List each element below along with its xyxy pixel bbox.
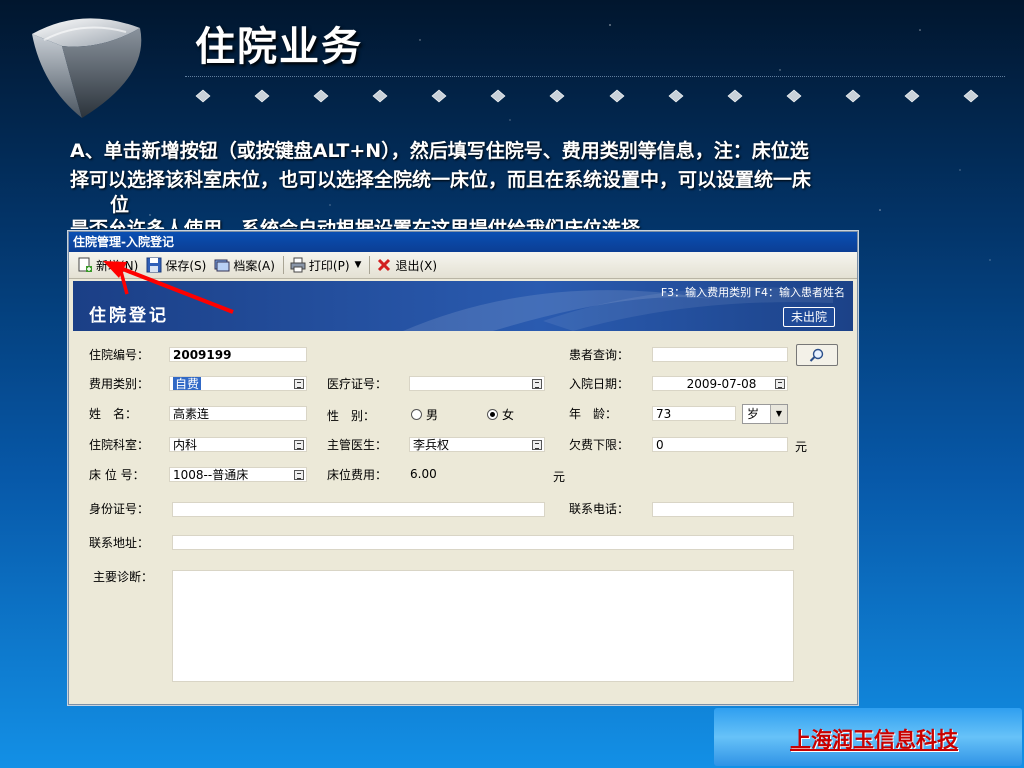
department-label: 住院科室： bbox=[89, 438, 150, 452]
list-dropdown-icon[interactable] bbox=[294, 440, 304, 450]
chevron-down-icon[interactable]: ▼ bbox=[355, 260, 362, 270]
cube-logo-icon bbox=[32, 18, 142, 118]
id-card-field[interactable] bbox=[172, 502, 545, 517]
shortcut-hint: F3：输入费用类别 F4：输入患者姓名 bbox=[660, 286, 845, 299]
slide-title: 住院业务 bbox=[195, 24, 363, 70]
exit-button[interactable]: 退出(X) bbox=[376, 257, 437, 274]
chevron-down-icon[interactable]: ▼ bbox=[770, 405, 787, 423]
address-label: 联系地址： bbox=[89, 536, 150, 550]
instruction-line-2: 择可以选择该科室床位，也可以选择全院统一床位，而且在系统设置中，可以设置统一床 bbox=[70, 169, 812, 191]
instruction-line-4: 是否允许多人使用，系统会自动根据设置在这里提供给我们床位选择。 bbox=[70, 218, 660, 229]
printer-icon bbox=[290, 257, 306, 273]
bed-fee-label: 床位费用： bbox=[327, 468, 388, 482]
radio-on-icon bbox=[487, 409, 498, 420]
age-field[interactable]: 73 bbox=[652, 406, 736, 421]
annotation-arrow-icon bbox=[103, 261, 234, 314]
arrears-unit: 元 bbox=[795, 440, 808, 454]
gender-male-radio[interactable]: 男 bbox=[411, 406, 438, 423]
id-card-label: 身份证号： bbox=[89, 502, 150, 516]
patient-search-label: 患者查询： bbox=[569, 348, 630, 362]
patient-search-input[interactable] bbox=[652, 347, 788, 362]
department-select[interactable]: 内科 bbox=[169, 437, 307, 452]
patient-search-button[interactable] bbox=[796, 344, 838, 366]
bed-fee-unit: 元 bbox=[553, 470, 566, 484]
admit-date-label: 入院日期： bbox=[569, 377, 630, 391]
print-button[interactable]: 打印(P) ▼ bbox=[290, 257, 362, 274]
radio-off-icon bbox=[411, 409, 422, 420]
address-field[interactable] bbox=[172, 535, 794, 550]
company-banner: 上海润玉信息科技 bbox=[714, 708, 1022, 766]
phone-field[interactable] bbox=[652, 502, 794, 517]
bed-label: 床 位 号： bbox=[89, 468, 145, 482]
doctor-label: 主管医生： bbox=[327, 438, 388, 452]
name-field[interactable]: 高素连 bbox=[169, 406, 307, 421]
phone-label: 联系电话： bbox=[569, 502, 630, 516]
gender-label: 性 别： bbox=[327, 409, 376, 423]
admit-date-field[interactable]: 2009-07-08 bbox=[652, 376, 788, 391]
arrears-field[interactable]: 0 bbox=[652, 437, 788, 452]
diagnosis-label: 主要诊断： bbox=[93, 570, 154, 584]
bed-fee-value: 6.00 bbox=[410, 467, 437, 481]
fee-type-select[interactable]: 自费 bbox=[169, 376, 307, 391]
company-name: 上海润玉信息科技 bbox=[790, 727, 958, 752]
magnifier-icon bbox=[809, 348, 824, 362]
fee-type-label: 费用类别： bbox=[89, 377, 150, 391]
admission-no-label: 住院编号： bbox=[89, 348, 150, 362]
instruction-line-3: 位 bbox=[110, 194, 130, 216]
list-dropdown-icon[interactable] bbox=[294, 379, 304, 389]
medical-card-field[interactable] bbox=[409, 376, 545, 391]
toolbar-separator bbox=[369, 256, 371, 274]
age-unit-select[interactable]: 岁 ▼ bbox=[742, 404, 788, 424]
toolbar-separator bbox=[282, 256, 284, 274]
calendar-dropdown-icon[interactable] bbox=[775, 379, 785, 389]
list-dropdown-icon[interactable] bbox=[532, 379, 542, 389]
admission-no-field[interactable]: 2009199 bbox=[169, 347, 307, 362]
window-titlebar: 住院管理-入院登记 bbox=[69, 232, 857, 252]
doctor-select[interactable]: 李兵权 bbox=[409, 437, 545, 452]
diagnosis-textarea[interactable] bbox=[172, 570, 794, 682]
gender-female-radio[interactable]: 女 bbox=[487, 406, 514, 423]
diamond-row-decoration bbox=[195, 89, 979, 103]
age-label: 年 龄： bbox=[569, 407, 618, 421]
title-divider bbox=[185, 76, 1005, 77]
list-dropdown-icon[interactable] bbox=[294, 470, 304, 480]
instruction-text: A、单击新增按钮（或按键盘ALT+N），然后填写住院号、费用类别等信息，注：床位… bbox=[70, 137, 980, 229]
status-badge: 未出院 bbox=[783, 307, 835, 327]
close-icon bbox=[378, 258, 391, 272]
arrears-label: 欠费下限： bbox=[569, 438, 630, 452]
list-dropdown-icon[interactable] bbox=[532, 440, 542, 450]
name-label: 姓 名： bbox=[89, 407, 138, 421]
instruction-line-1: A、单击新增按钮（或按键盘ALT+N），然后填写住院号、费用类别等信息，注：床位… bbox=[70, 140, 809, 162]
admission-form: 住院编号： 2009199 患者查询： 费用类别： 自费 医疗证号： 入院日期：… bbox=[69, 332, 857, 704]
bed-select[interactable]: 1008--普通床 bbox=[169, 467, 307, 482]
medical-card-label: 医疗证号： bbox=[327, 377, 388, 391]
